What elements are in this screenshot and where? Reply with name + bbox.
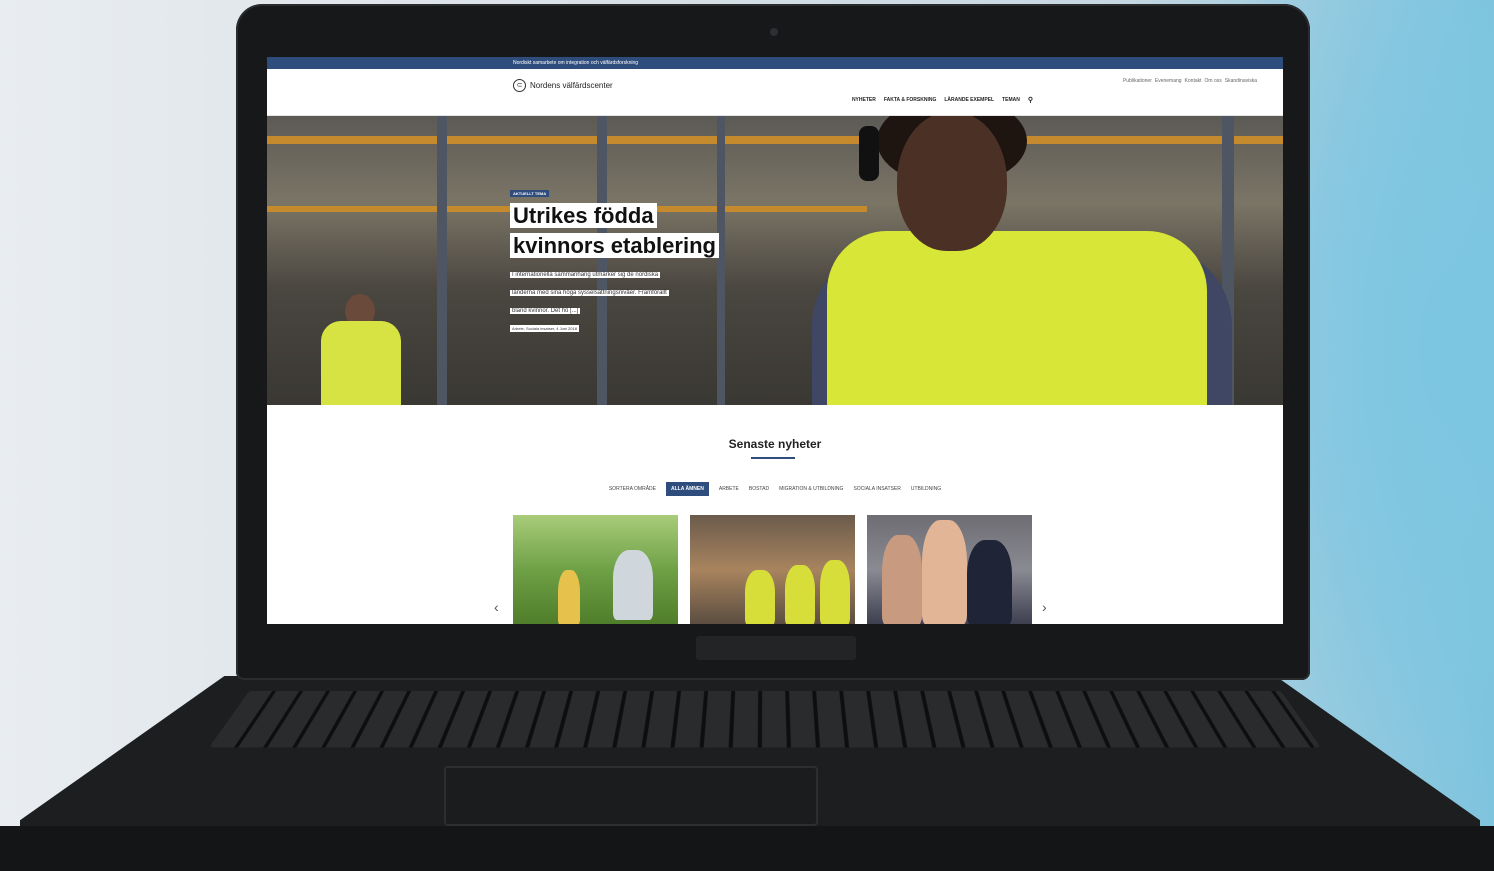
- hero-excerpt: I internationella sammanhang utmärker si…: [510, 263, 750, 317]
- filter-bostad[interactable]: BOSTAD: [749, 486, 769, 492]
- main-navigation: NYHETER FAKTA & FORSKNING LÄRANDE EXEMPE…: [852, 96, 1033, 104]
- hero-excerpt-line: I internationella sammanhang utmärker si…: [510, 272, 661, 278]
- laptop-touchpad: [444, 766, 818, 826]
- worker-safety-vest: [827, 231, 1207, 405]
- worker-figure: [745, 570, 775, 624]
- news-card[interactable]: [867, 515, 1032, 624]
- laptop-hinge: [696, 636, 856, 660]
- top-banner: Nordiskt samarbete om integration och vä…: [267, 57, 1283, 69]
- laptop-keyboard: [209, 690, 1321, 748]
- hero-banner: AKTUELLT TEMA Utrikes födda kvinnors eta…: [267, 116, 1283, 405]
- logo-icon: ⊂: [513, 79, 526, 92]
- util-link-evenemang[interactable]: Evenemang: [1155, 78, 1182, 84]
- latest-news-section: Senaste nyheter SORTERA OMRÅDE ALLA ÄMNE…: [267, 405, 1283, 624]
- warehouse-shelf: [267, 136, 1283, 144]
- logo-text: Nordens välfärdscenter: [530, 81, 613, 90]
- nav-item-nyheter[interactable]: NYHETER: [852, 97, 876, 103]
- news-filters: SORTERA OMRÅDE ALLA ÄMNEN ARBETE BOSTAD …: [267, 482, 1283, 496]
- person-figure: [882, 535, 922, 624]
- news-card[interactable]: [690, 515, 855, 624]
- background-worker: [321, 321, 401, 405]
- filter-utbildning[interactable]: UTBILDNING: [911, 486, 941, 492]
- filter-migration-utbildning[interactable]: MIGRATION & UTBILDNING: [779, 486, 843, 492]
- hero-excerpt-line: bland kvinnor. Det hö [...]: [510, 308, 581, 314]
- site-logo[interactable]: ⊂ Nordens välfärdscenter: [513, 79, 620, 92]
- heading-underline: [751, 457, 795, 459]
- laptop-front-edge: [0, 826, 1494, 871]
- util-link-publikationer[interactable]: Publikationer: [1123, 78, 1152, 84]
- worker-figure: [785, 565, 815, 624]
- warehouse-post: [437, 116, 447, 405]
- hero-content: AKTUELLT TEMA Utrikes födda kvinnors eta…: [510, 182, 750, 335]
- person-figure: [922, 520, 967, 624]
- news-card[interactable]: [513, 515, 678, 624]
- chevron-left-icon[interactable]: ‹: [494, 599, 499, 615]
- filter-label: SORTERA OMRÅDE: [608, 486, 656, 492]
- util-link-kontakt[interactable]: Kontakt: [1185, 78, 1202, 84]
- chevron-right-icon[interactable]: ›: [1042, 599, 1047, 615]
- nav-item-teman[interactable]: TEMAN: [1002, 97, 1020, 103]
- filter-sociala-insatser[interactable]: SOCIALA INSATSER: [853, 486, 900, 492]
- hero-tag[interactable]: AKTUELLT TEMA: [510, 190, 550, 197]
- nav-item-fakta-forskning[interactable]: FAKTA & FORSKNING: [884, 97, 937, 103]
- adult-figure: [613, 550, 653, 620]
- person-figure: [967, 540, 1012, 624]
- worker-face: [897, 116, 1007, 251]
- worker-figure: [820, 560, 850, 624]
- search-icon[interactable]: ⚲: [1028, 96, 1033, 104]
- util-link-om-oss[interactable]: Om oss: [1205, 78, 1222, 84]
- hero-excerpt-line: länderna med sina höga sysselsättningsni…: [510, 290, 669, 296]
- laptop-screen: Nordiskt samarbete om integration och vä…: [267, 57, 1283, 624]
- webcam: [770, 28, 778, 36]
- util-link-language[interactable]: Skandinaviska: [1225, 78, 1257, 84]
- filter-arbete[interactable]: ARBETE: [719, 486, 739, 492]
- nav-item-larande-exempel[interactable]: LÄRANDE EXEMPEL: [944, 97, 994, 103]
- site-header: ⊂ Nordens välfärdscenter Publikationer E…: [267, 69, 1283, 116]
- news-carousel: [513, 515, 1032, 624]
- headset-icon: [859, 126, 879, 181]
- filter-all-topics[interactable]: ALLA ÄMNEN: [665, 482, 709, 496]
- hero-title[interactable]: Utrikes födda kvinnors etablering: [510, 203, 719, 258]
- utility-links: Publikationer Evenemang Kontakt Om oss S…: [1123, 78, 1257, 84]
- child-figure: [558, 570, 580, 624]
- news-heading: Senaste nyheter: [728, 437, 822, 451]
- hero-meta: Arbete, Sociala insatser, 4 Juni 2018: [510, 325, 579, 332]
